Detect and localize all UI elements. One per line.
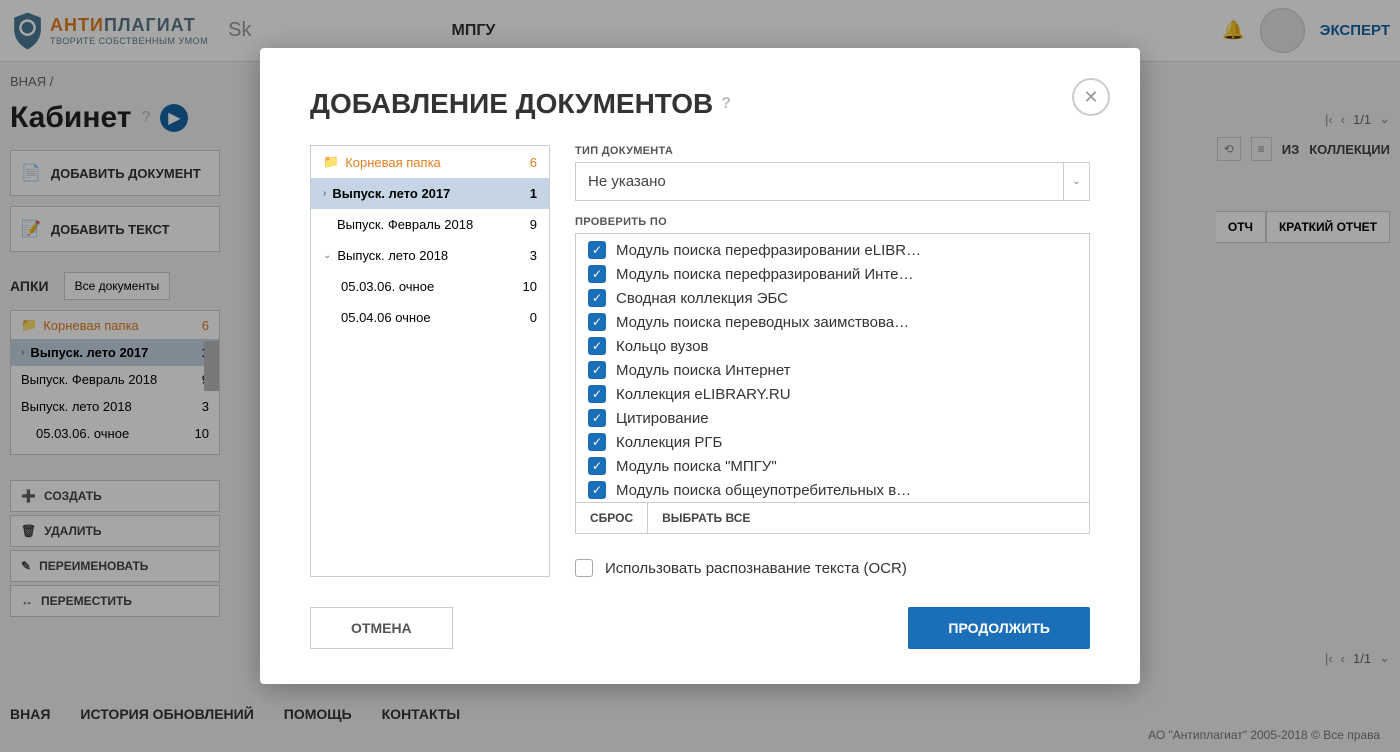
help-icon[interactable]: ? xyxy=(721,95,731,113)
modal-overlay: ✕ ДОБАВЛЕНИЕ ДОКУМЕНТОВ? 📁Корневая папка… xyxy=(0,0,1400,752)
module-item[interactable]: ✓Модуль поиска перефразирований Инте… xyxy=(576,262,1089,286)
check-label: ПРОВЕРИТЬ ПО xyxy=(575,216,1090,228)
module-item[interactable]: ✓Модуль поиска перефразировании eLIBR… xyxy=(576,238,1089,262)
checkbox-checked-icon[interactable]: ✓ xyxy=(588,361,606,379)
ocr-label: Использовать распознавание текста (OCR) xyxy=(605,560,907,577)
folder-root[interactable]: 📁Корневая папка6 xyxy=(311,146,549,178)
folder-item[interactable]: Выпуск. Февраль 20189 xyxy=(311,209,549,240)
reset-button[interactable]: СБРОС xyxy=(576,503,648,533)
chevron-right-icon: › xyxy=(323,188,326,199)
checkbox-checked-icon[interactable]: ✓ xyxy=(588,481,606,499)
chevron-down-icon[interactable]: ⌄ xyxy=(1063,163,1089,200)
modal-folder-tree: 📁Корневая папка6 ›Выпуск. лето 20171 Вып… xyxy=(310,145,550,577)
folder-item[interactable]: ›Выпуск. лето 20171 xyxy=(311,178,549,209)
cancel-button[interactable]: ОТМЕНА xyxy=(310,607,453,649)
module-item[interactable]: ✓Сводная коллекция ЭБС xyxy=(576,286,1089,310)
folder-icon: 📁 xyxy=(323,154,339,170)
modules-list: ✓Модуль поиска перефразировании eLIBR… ✓… xyxy=(575,233,1090,503)
module-item[interactable]: ✓Коллекция РГБ xyxy=(576,430,1089,454)
module-item[interactable]: ✓Модуль поиска Интернет xyxy=(576,358,1089,382)
continue-button[interactable]: ПРОДОЛЖИТЬ xyxy=(908,607,1090,649)
checkbox-checked-icon[interactable]: ✓ xyxy=(588,289,606,307)
checkbox-checked-icon[interactable]: ✓ xyxy=(588,433,606,451)
select-all-button[interactable]: ВЫБРАТЬ ВСЕ xyxy=(648,503,764,533)
module-item[interactable]: ✓Кольцо вузов xyxy=(576,334,1089,358)
module-item[interactable]: ✓Модуль поиска переводных заимствова… xyxy=(576,310,1089,334)
checkbox-checked-icon[interactable]: ✓ xyxy=(588,457,606,475)
checkbox-checked-icon[interactable]: ✓ xyxy=(588,313,606,331)
module-item[interactable]: ✓Цитирование xyxy=(576,406,1089,430)
ocr-checkbox[interactable] xyxy=(575,559,593,577)
doctype-input[interactable] xyxy=(576,163,1063,200)
modal-title: ДОБАВЛЕНИЕ ДОКУМЕНТОВ xyxy=(310,88,713,120)
module-item[interactable]: ✓Коллекция eLIBRARY.RU xyxy=(576,382,1089,406)
doctype-label: ТИП ДОКУМЕНТА xyxy=(575,145,1090,157)
checkbox-checked-icon[interactable]: ✓ xyxy=(588,385,606,403)
folder-item[interactable]: ⌄Выпуск. лето 20183 xyxy=(311,240,549,271)
checkbox-checked-icon[interactable]: ✓ xyxy=(588,409,606,427)
folder-item[interactable]: 05.04.06 очное0 xyxy=(311,302,549,333)
checkbox-checked-icon[interactable]: ✓ xyxy=(588,337,606,355)
folder-item[interactable]: 05.03.06. очное10 xyxy=(311,271,549,302)
chevron-down-icon: ⌄ xyxy=(323,250,331,261)
add-documents-modal: ✕ ДОБАВЛЕНИЕ ДОКУМЕНТОВ? 📁Корневая папка… xyxy=(260,48,1140,684)
module-item[interactable]: ✓Модуль поиска "МПГУ" xyxy=(576,454,1089,478)
module-item[interactable]: ✓Модуль поиска общеупотребительных в… xyxy=(576,478,1089,502)
checkbox-checked-icon[interactable]: ✓ xyxy=(588,241,606,259)
doctype-select[interactable]: ⌄ xyxy=(575,162,1090,201)
close-icon[interactable]: ✕ xyxy=(1072,78,1110,116)
checkbox-checked-icon[interactable]: ✓ xyxy=(588,265,606,283)
